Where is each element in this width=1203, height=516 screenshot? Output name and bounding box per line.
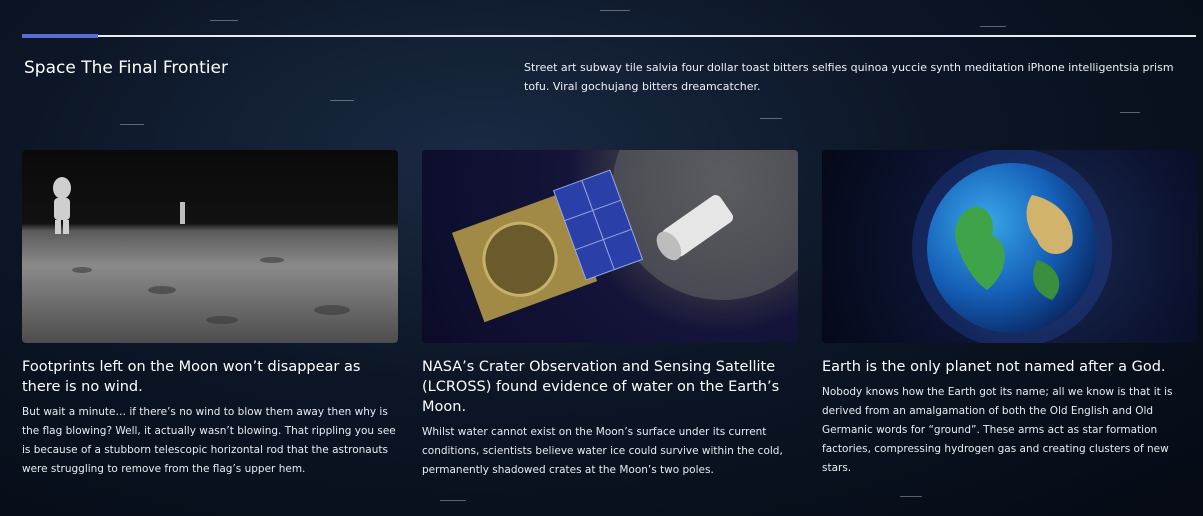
star-streak (760, 118, 782, 119)
card-earth[interactable]: Earth is the only planet not named after… (822, 150, 1198, 478)
lcross-satellite-image (422, 150, 798, 343)
star-streak (600, 10, 630, 11)
moon-landing-illustration (53, 177, 350, 324)
star-streak (900, 496, 922, 497)
card-title: NASA’s Crater Observation and Sensing Sa… (422, 359, 780, 415)
star-streak (440, 500, 466, 501)
intro-text: Street art subway tile salvia four dolla… (524, 61, 1174, 93)
header-divider-accent (22, 34, 98, 38)
page-title: Space The Final Frontier (24, 58, 228, 78)
moon-landing-image (22, 150, 398, 343)
star-streak (210, 20, 238, 21)
card-moon[interactable]: Footprints left on the Moon won’t disapp… (22, 150, 398, 479)
lcross-satellite-illustration (451, 150, 798, 323)
star-streak (330, 100, 354, 101)
card-satellite[interactable]: NASA’s Crater Observation and Sensing Sa… (422, 150, 798, 480)
card-body: But wait a minute… if there’s no wind to… (22, 406, 396, 475)
card-body: Nobody knows how the Earth got its name;… (822, 386, 1173, 474)
card-title: Footprints left on the Moon won’t disapp… (22, 359, 361, 395)
card-body: Whilst water cannot exist on the Moon’s … (422, 426, 783, 476)
page: { "header": { "title": "Space The Final … (0, 0, 1203, 516)
star-streak (980, 26, 1006, 27)
star-streak (120, 124, 144, 125)
star-streak (1120, 112, 1140, 113)
card-title: Earth is the only planet not named after… (822, 359, 1166, 375)
header-divider (22, 34, 1196, 38)
earth-illustration (912, 150, 1112, 343)
earth-image (822, 150, 1198, 343)
